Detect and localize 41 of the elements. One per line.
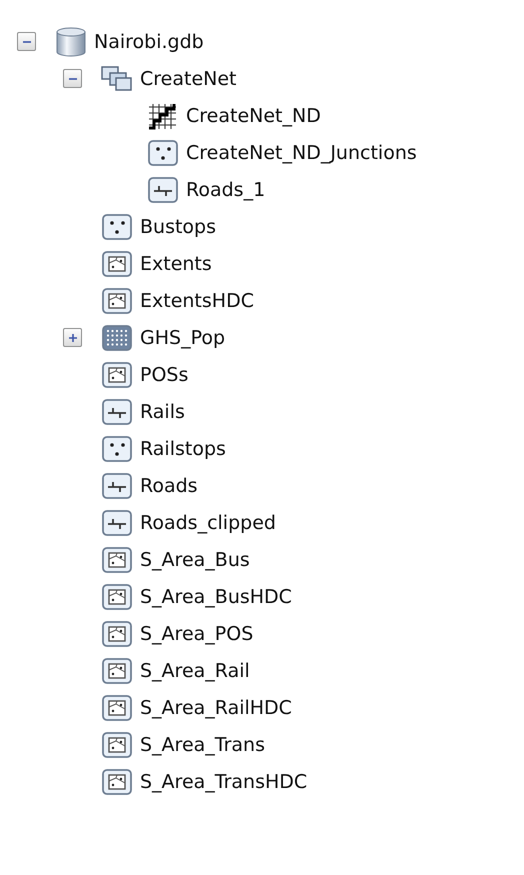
dots-icon xyxy=(100,434,134,464)
tree-item[interactable]: Roads_clipped xyxy=(140,512,276,534)
tree-item[interactable]: Bustops xyxy=(140,216,216,238)
polygon-icon xyxy=(100,248,134,278)
dotted-grid-icon xyxy=(100,322,134,352)
polygon-icon xyxy=(100,582,134,612)
tree-item[interactable]: Roads_1 xyxy=(186,178,266,200)
tree-item[interactable]: S_Area_RailHDC xyxy=(140,696,292,718)
polygon-icon xyxy=(100,730,134,760)
tree-item[interactable]: Rails xyxy=(140,400,185,422)
polygon-icon xyxy=(100,286,134,316)
polygon-icon xyxy=(100,360,134,390)
polygon-icon xyxy=(100,766,134,796)
tree-item[interactable]: Railstops xyxy=(140,438,226,460)
tree-item[interactable]: Nairobi.gdb xyxy=(94,30,204,52)
tree-item[interactable]: S_Area_POS xyxy=(140,622,254,644)
tree-item[interactable]: S_Area_TransHDC xyxy=(140,770,308,792)
tree-item[interactable]: CreateNet_ND_Junctions xyxy=(186,142,417,164)
tree-item[interactable]: GHS_Pop xyxy=(140,326,226,348)
tree-item[interactable]: Extents xyxy=(140,252,212,274)
tree-item[interactable]: ExtentsHDC xyxy=(140,290,254,312)
collapse-button[interactable] xyxy=(17,32,36,51)
polygon-icon xyxy=(100,656,134,686)
tree-item[interactable]: Roads xyxy=(140,474,198,496)
expand-button[interactable] xyxy=(63,328,82,347)
polygon-icon xyxy=(100,544,134,574)
collapse-button[interactable] xyxy=(63,69,82,88)
polygon-icon xyxy=(100,692,134,722)
tree-item[interactable]: POSs xyxy=(140,364,188,386)
tree-item[interactable]: S_Area_Trans xyxy=(140,734,265,756)
dots-icon xyxy=(146,138,180,168)
stacked-squares-icon xyxy=(100,64,134,94)
database-icon xyxy=(54,26,88,56)
tree-item[interactable]: CreateNet_ND xyxy=(186,104,321,126)
tree-item[interactable]: CreateNet xyxy=(140,68,236,90)
dots-icon xyxy=(100,212,134,242)
plus-icon xyxy=(66,332,78,344)
tree-item[interactable]: S_Area_Rail xyxy=(140,660,250,682)
polygon-icon xyxy=(100,618,134,648)
tree-item[interactable]: S_Area_Bus xyxy=(140,548,250,570)
tree-item[interactable]: S_Area_BusHDC xyxy=(140,586,292,608)
